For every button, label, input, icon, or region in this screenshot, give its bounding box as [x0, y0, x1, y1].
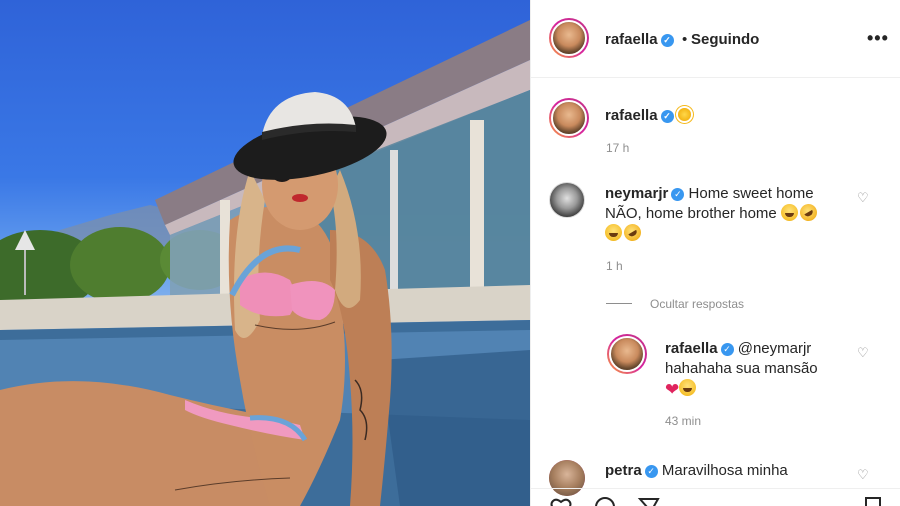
post-header: rafaella ✓ • Seguindo ••• — [531, 0, 900, 78]
comment-username[interactable]: neymarjr — [605, 185, 668, 202]
comment-text-petra: petra ✓ Maravilhosa minha — [605, 461, 865, 481]
hide-replies-line — [606, 303, 632, 304]
instagram-post-view: rafaella ✓ • Seguindo ••• rafaella ✓ 17 h … — [0, 0, 900, 506]
header-separator: • — [682, 31, 688, 48]
laughing-emoji-icon — [679, 379, 697, 396]
comments-panel: rafaella ✓ • Seguindo ••• rafaella ✓ 17 h … — [530, 0, 900, 506]
verified-badge-icon: ✓ — [660, 110, 674, 123]
reply-time[interactable]: 43 min — [665, 414, 701, 428]
more-options-icon[interactable]: ••• — [867, 28, 889, 49]
reply-text: rafaella ✓ @neymarjr hahahaha sua mansão … — [665, 339, 865, 400]
like-comment-heart-icon[interactable]: ♡ — [857, 191, 871, 205]
laughing-emoji-icon — [780, 204, 798, 221]
comment-avatar[interactable] — [549, 182, 585, 218]
comment-message-petra: Maravilhosa minha — [661, 462, 788, 479]
verified-badge-icon: ✓ — [644, 465, 658, 478]
comment-time[interactable]: 1 h — [606, 259, 623, 273]
caption-username[interactable]: rafaella ✓ — [605, 107, 693, 124]
like-comment-heart-icon[interactable]: ♡ — [857, 468, 871, 482]
reply-avatar[interactable] — [607, 334, 647, 374]
reply-username[interactable]: rafaella — [665, 340, 718, 357]
hide-replies-button[interactable]: Ocultar respostas — [650, 297, 744, 311]
sun-emoji-icon — [677, 108, 691, 121]
comment-line-1: Home sweet home — [688, 185, 814, 202]
caption-time[interactable]: 17 h — [606, 141, 629, 155]
rofl-emoji-icon — [796, 200, 821, 225]
author-avatar[interactable] — [549, 18, 589, 58]
red-heart-emoji-icon: ❤ — [665, 380, 680, 399]
following-button[interactable]: Seguindo — [691, 31, 759, 48]
save-icon[interactable] — [861, 495, 885, 506]
comment-username-petra[interactable]: petra — [605, 462, 642, 479]
verified-badge-icon: ✓ — [671, 188, 685, 201]
like-post-icon[interactable] — [549, 495, 573, 506]
caption-avatar[interactable] — [549, 98, 589, 138]
author-username[interactable]: rafaella ✓ — [605, 31, 674, 48]
comment-text: neymarjr ✓ Home sweet home NÃO, home brot… — [605, 184, 865, 245]
comment-line-2: NÃO, home brother home — [605, 205, 777, 222]
reply-mention[interactable]: @neymarjr — [738, 340, 812, 357]
comment-icon[interactable] — [593, 495, 617, 506]
laughing-emoji-icon — [605, 224, 622, 241]
verified-badge-icon: ✓ — [720, 343, 734, 356]
post-action-bar — [531, 488, 900, 506]
verified-badge-icon: ✓ — [660, 34, 674, 47]
like-reply-heart-icon[interactable]: ♡ — [857, 346, 871, 360]
share-icon[interactable] — [637, 495, 661, 506]
rofl-emoji-icon — [620, 220, 645, 245]
post-photo-illustration — [0, 20, 530, 506]
reply-message: hahahaha sua mansão — [665, 360, 818, 377]
post-photo[interactable] — [0, 0, 530, 506]
